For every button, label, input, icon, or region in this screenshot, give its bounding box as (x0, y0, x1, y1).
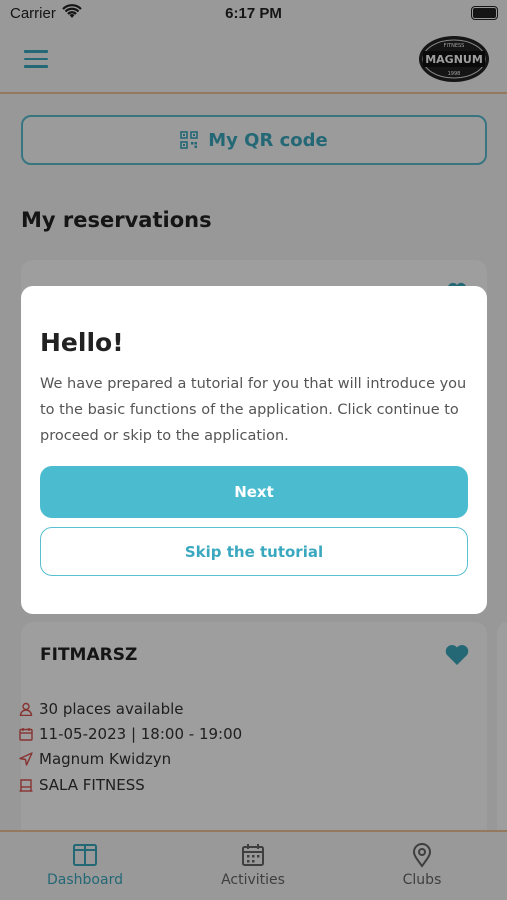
next-button[interactable]: Next (40, 466, 468, 518)
tutorial-modal: Hello! We have prepared a tutorial for y… (21, 286, 487, 614)
skip-tutorial-button[interactable]: Skip the tutorial (40, 527, 468, 576)
modal-title: Hello! (40, 328, 124, 357)
modal-description: We have prepared a tutorial for you that… (40, 376, 467, 444)
